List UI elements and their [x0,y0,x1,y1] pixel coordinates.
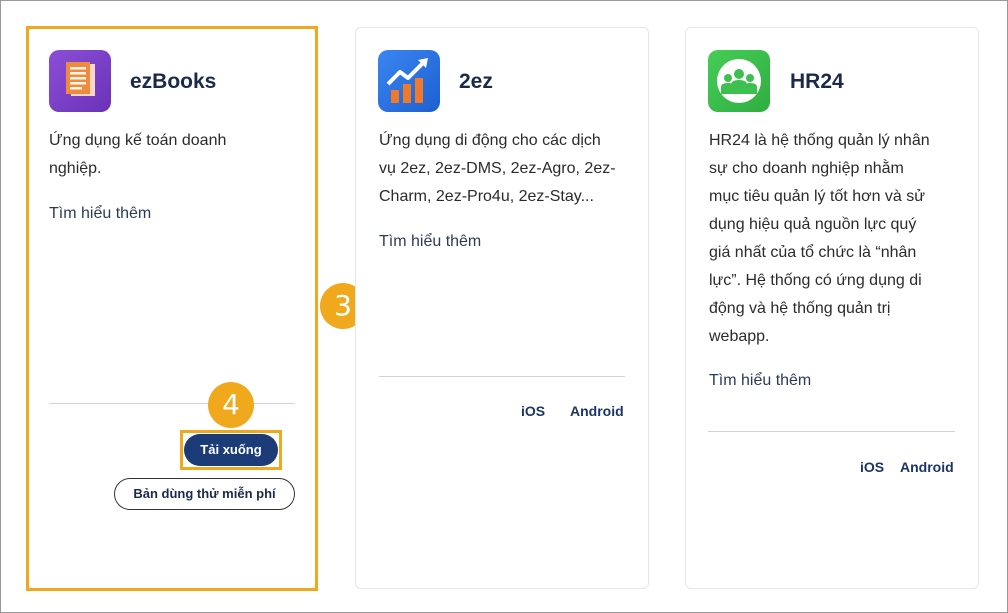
app-description-hr24: HR24 là hệ thống quản lý nhân sự cho doa… [709,127,930,351]
app-name-hr24: HR24 [790,70,844,93]
learn-more-link-hr24[interactable]: Tìm hiểu thêm [709,372,811,390]
app-description-ezbooks: Ứng dụng kế toán doanh nghiệp. [49,127,226,183]
growth-chart-icon [378,50,440,112]
description-line: giá nhất của tổ chức là “nhân [709,244,917,261]
android-link-hr24[interactable]: Android [900,459,954,475]
download-button[interactable]: Tải xuống [184,434,278,466]
description-line: Charm, 2ez-Pro4u, 2ez-Stay... [379,188,594,205]
description-line: mục tiêu quản lý tốt hơn và sử [709,188,925,205]
learn-more-link-2ez[interactable]: Tìm hiểu thêm [379,233,481,251]
description-line: HR24 là hệ thống quản lý nhân [709,132,930,149]
app-name-ezbooks: ezBooks [130,70,217,93]
description-line: sự cho doanh nghiệp nhằm [709,160,904,177]
android-link-2ez[interactable]: Android [570,403,624,419]
description-line: Ứng dụng kế toán doanh [49,132,227,149]
card-divider [708,431,955,432]
ios-link-2ez[interactable]: iOS [521,403,545,419]
document-stack-icon [49,50,111,112]
description-line: webapp. [709,328,770,345]
description-line: dụng hiệu quả nguồn lực quý [709,216,917,233]
card-divider [49,403,295,404]
people-group-icon [708,50,770,112]
description-line: lực”. Hệ thống có ứng dụng di [709,272,922,289]
app-name-2ez: 2ez [459,70,493,93]
ios-link-hr24[interactable]: iOS [860,459,884,475]
learn-more-link-ezbooks[interactable]: Tìm hiểu thêm [49,205,151,223]
description-line: Ứng dụng di động cho các dịch [379,132,601,149]
card-divider [379,376,625,377]
free-trial-button[interactable]: Bản dùng thử miễn phí [114,478,295,510]
description-line: vụ 2ez, 2ez-DMS, 2ez-Agro, 2ez- [379,160,616,177]
app-description-2ez: Ứng dụng di động cho các dịch vụ 2ez, 2e… [379,127,616,211]
description-line: động và hệ thống quản trị [709,300,891,317]
annotation-badge-4: 4 [208,382,254,428]
description-line: nghiệp. [49,160,102,177]
